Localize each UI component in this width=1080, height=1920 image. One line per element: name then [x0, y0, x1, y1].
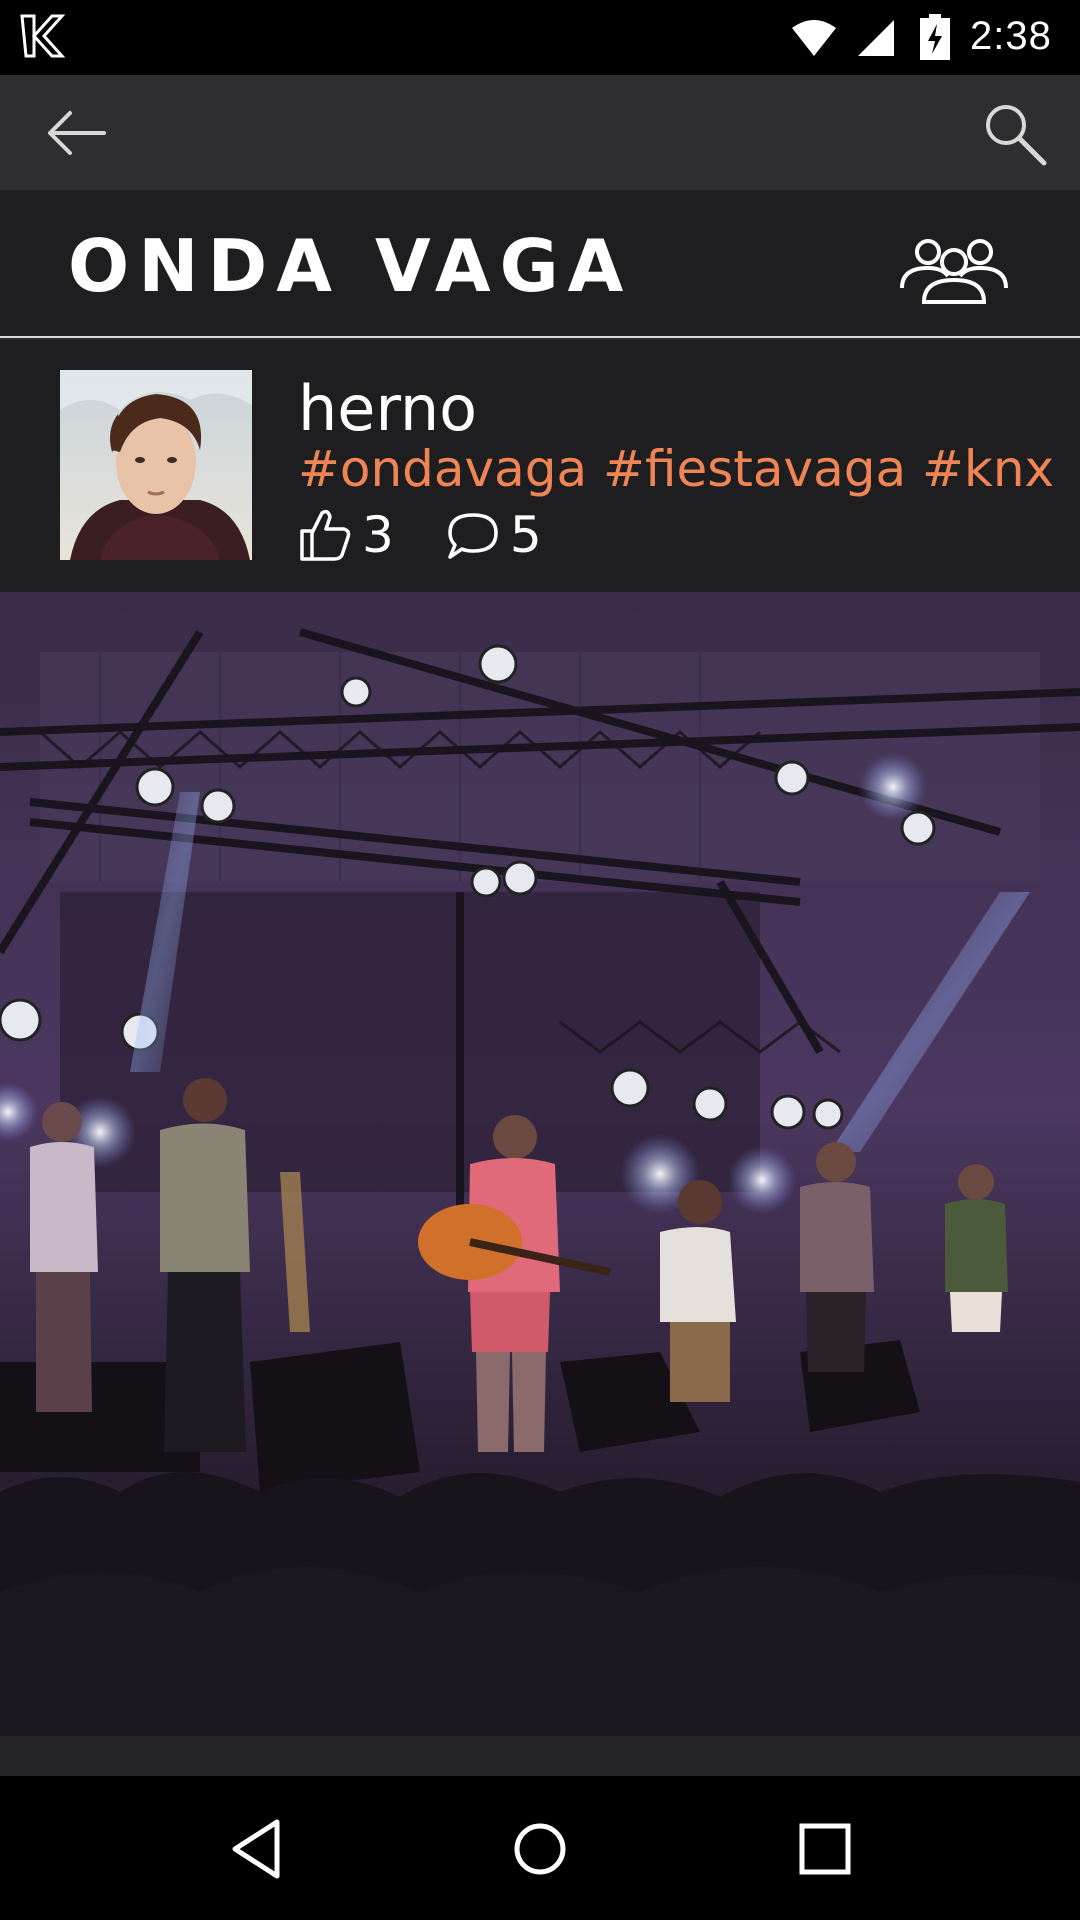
search-icon[interactable]	[982, 101, 1048, 167]
comment-button[interactable]: 5	[446, 506, 542, 564]
status-bar: 2:38	[0, 0, 1080, 75]
post-username[interactable]: herno	[298, 372, 477, 445]
toolbar	[0, 75, 1080, 190]
group-members-icon[interactable]	[898, 236, 1010, 306]
comment-icon	[448, 513, 498, 559]
post-header: herno #ondavaga #fiestavaga #knx 3 5	[0, 340, 1080, 592]
screen: 2:38 ONDA VAGA herno #ondavaga #fiestava…	[0, 0, 1080, 1920]
content-bottom-strip	[0, 1736, 1080, 1776]
wifi-icon	[792, 20, 836, 56]
nav-recents-icon[interactable]	[790, 1814, 860, 1884]
post-stats: 3 5	[298, 500, 594, 570]
signal-icon	[858, 20, 894, 56]
comment-count: 5	[509, 506, 542, 564]
group-title: ONDA VAGA	[68, 224, 633, 308]
avatar[interactable]	[60, 370, 252, 560]
post-photo[interactable]	[0, 592, 1080, 1736]
nav-bar	[0, 1776, 1080, 1920]
nav-home-icon[interactable]	[505, 1814, 575, 1884]
status-time: 2:38	[970, 14, 1052, 58]
like-button[interactable]: 3	[298, 506, 394, 564]
thumbs-up-icon	[300, 509, 351, 561]
group-header: ONDA VAGA	[0, 190, 1080, 338]
like-count: 3	[362, 506, 394, 564]
post-hashtags[interactable]: #ondavaga #fiestavaga #knx	[298, 440, 1054, 498]
battery-charging-icon	[920, 14, 950, 60]
app-logo-icon	[20, 14, 66, 58]
back-arrow-icon[interactable]	[40, 103, 110, 163]
nav-back-icon[interactable]	[225, 1814, 295, 1884]
concert-photo	[0, 592, 1080, 1736]
